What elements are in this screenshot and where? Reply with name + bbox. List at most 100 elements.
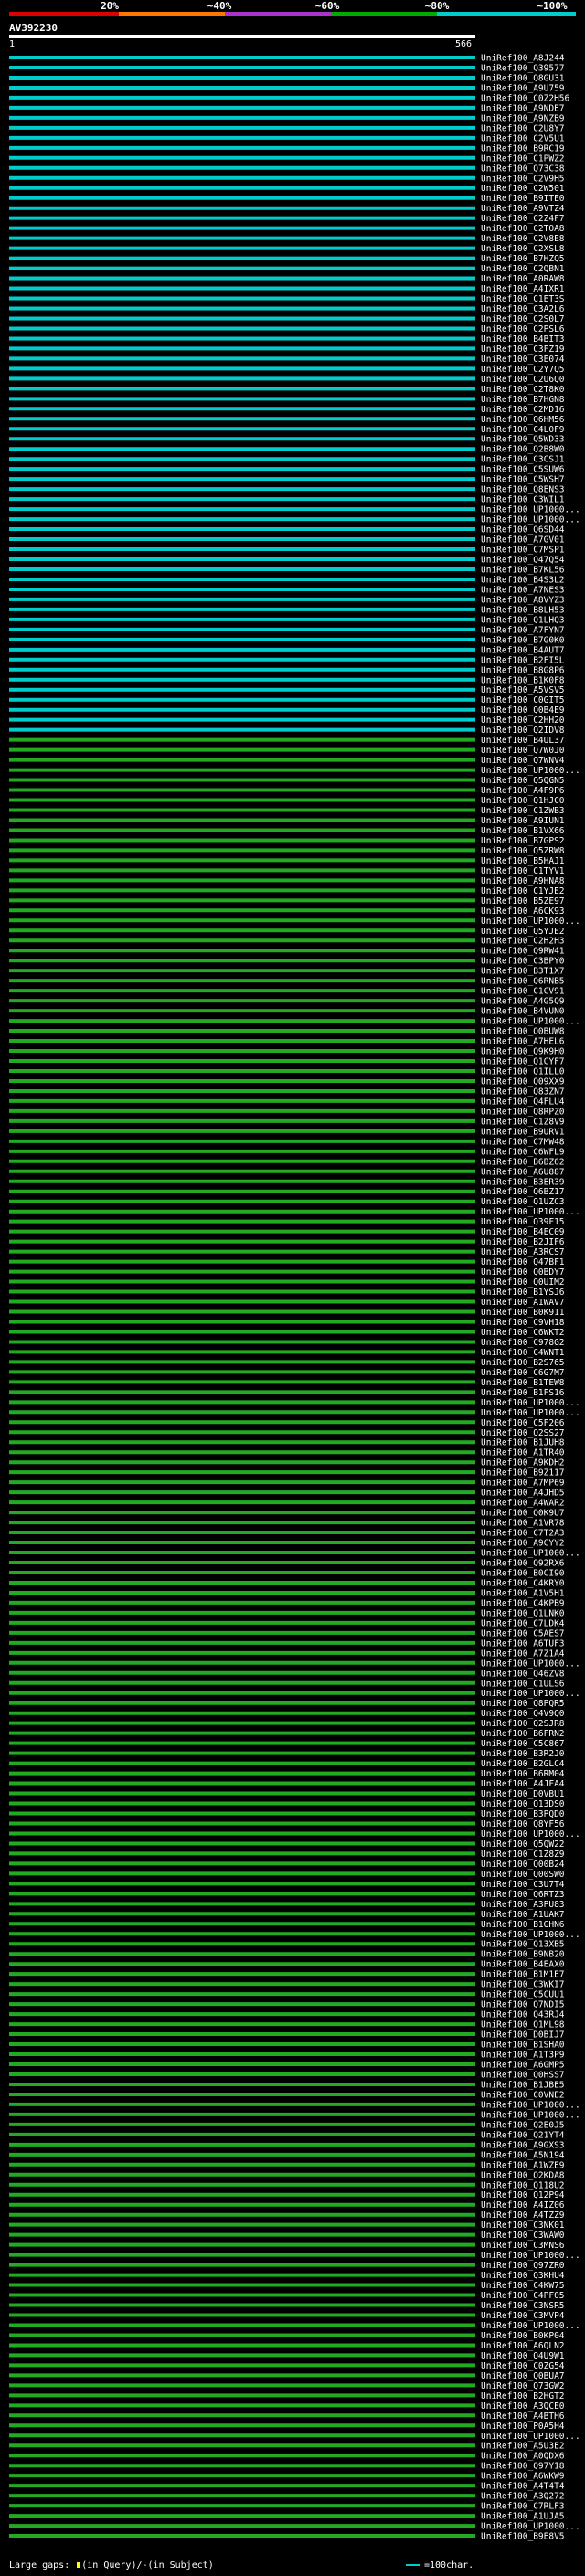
hit-label[interactable]: UniRef100_B4AUT7 bbox=[481, 645, 565, 655]
hit-label[interactable]: UniRef100_B1GHN6 bbox=[481, 1920, 565, 1930]
hit-label[interactable]: UniRef100_C2XSL8 bbox=[481, 244, 565, 254]
hit-label[interactable]: UniRef100_C3A2L6 bbox=[481, 304, 565, 314]
hit-label[interactable]: UniRef100_Q83ZN7 bbox=[481, 1087, 565, 1097]
hit-label[interactable]: UniRef100_Q0B4E9 bbox=[481, 705, 565, 716]
hit-label[interactable]: UniRef100_Q2IDV8 bbox=[481, 726, 565, 736]
hit-label[interactable]: UniRef100_A6GMP5 bbox=[481, 2061, 565, 2071]
hit-label[interactable]: UniRef100_Q1CYF7 bbox=[481, 1057, 565, 1067]
hit-label[interactable]: UniRef100_A6U887 bbox=[481, 1167, 565, 1177]
hit-label[interactable]: UniRef100_Q0BUA7 bbox=[481, 2371, 565, 2381]
hit-label[interactable]: UniRef100_C5WSH7 bbox=[481, 475, 565, 485]
hit-label[interactable]: UniRef100_Q13XB5 bbox=[481, 1940, 565, 1950]
hit-label[interactable]: UniRef100_C2Z4F7 bbox=[481, 214, 565, 224]
hit-label[interactable]: UniRef100_B1SHA0 bbox=[481, 2041, 565, 2051]
hit-label[interactable]: UniRef100_Q7WNV4 bbox=[481, 756, 565, 766]
hit-label[interactable]: UniRef100_A9HNA8 bbox=[481, 876, 565, 886]
hit-label[interactable]: UniRef100_A4WAR2 bbox=[481, 1499, 565, 1509]
hit-label[interactable]: UniRef100_B2JIF6 bbox=[481, 1237, 565, 1247]
hit-label[interactable]: UniRef100_C7RLF3 bbox=[481, 2502, 565, 2512]
hit-label[interactable]: UniRef100_C2W501 bbox=[481, 184, 565, 194]
hit-label[interactable]: UniRef100_B9RC19 bbox=[481, 143, 565, 154]
hit-label[interactable]: UniRef100_B9NB20 bbox=[481, 1950, 565, 1960]
hit-label[interactable]: UniRef100_Q5YJE2 bbox=[481, 927, 565, 937]
hit-label[interactable]: UniRef100_A8VYZ3 bbox=[481, 595, 565, 605]
hit-label[interactable]: UniRef100_Q5WD33 bbox=[481, 435, 565, 445]
hit-label[interactable]: UniRef100_A1VR78 bbox=[481, 1519, 565, 1529]
hit-label[interactable]: UniRef100_Q3KHU4 bbox=[481, 2271, 565, 2281]
hit-label[interactable]: UniRef100_Q0K9U7 bbox=[481, 1509, 565, 1519]
hit-label[interactable]: UniRef100_Q118U2 bbox=[481, 2180, 565, 2190]
hit-label[interactable]: UniRef100_A4F9P6 bbox=[481, 786, 565, 796]
hit-label[interactable]: UniRef100_B0K911 bbox=[481, 1308, 565, 1318]
hit-label[interactable]: UniRef100_Q5ZRW8 bbox=[481, 846, 565, 856]
hit-label[interactable]: UniRef100_Q47BF1 bbox=[481, 1257, 565, 1267]
hit-label[interactable]: UniRef100_Q73C38 bbox=[481, 164, 565, 174]
hit-label[interactable]: UniRef100_UP1000... bbox=[481, 1398, 580, 1408]
hit-label[interactable]: UniRef100_C3CSJ1 bbox=[481, 455, 565, 465]
hit-label[interactable]: UniRef100_Q2SS27 bbox=[481, 1428, 565, 1438]
hit-label[interactable]: UniRef100_Q5QW22 bbox=[481, 1839, 565, 1850]
hit-label[interactable]: UniRef100_B7KL56 bbox=[481, 565, 565, 575]
hit-label[interactable]: UniRef100_A3RCS7 bbox=[481, 1247, 565, 1257]
hit-label[interactable]: UniRef100_A4TZZ9 bbox=[481, 2210, 565, 2221]
hit-label[interactable]: UniRef100_UP1000... bbox=[481, 917, 580, 927]
hit-label[interactable]: UniRef100_A1WAV7 bbox=[481, 1298, 565, 1308]
hit-label[interactable]: UniRef100_A8J244 bbox=[481, 54, 565, 64]
hit-label[interactable]: UniRef100_Q2SJR8 bbox=[481, 1719, 565, 1729]
hit-label[interactable]: UniRef100_Q39577 bbox=[481, 63, 565, 73]
hit-label[interactable]: UniRef100_C1PWZ2 bbox=[481, 154, 565, 164]
hit-label[interactable]: UniRef100_C4KW75 bbox=[481, 2281, 565, 2291]
hit-label[interactable]: UniRef100_B4BIT3 bbox=[481, 334, 565, 345]
hit-label[interactable]: UniRef100_B3ER39 bbox=[481, 1177, 565, 1187]
hit-label[interactable]: UniRef100_B1JBE5 bbox=[481, 2080, 565, 2090]
hit-label[interactable]: UniRef100_A1V5H1 bbox=[481, 1588, 565, 1598]
hit-label[interactable]: UniRef100_A5N194 bbox=[481, 2150, 565, 2160]
hit-label[interactable]: UniRef100_B2FI5L bbox=[481, 655, 565, 665]
hit-label[interactable]: UniRef100_UP1000... bbox=[481, 2522, 580, 2532]
hit-label[interactable]: UniRef100_Q73GW2 bbox=[481, 2381, 565, 2391]
hit-label[interactable]: UniRef100_A7FYN7 bbox=[481, 625, 565, 635]
hit-label[interactable]: UniRef100_Q5QGN5 bbox=[481, 776, 565, 786]
hit-label[interactable]: UniRef100_A9VTZ4 bbox=[481, 204, 565, 214]
hit-label[interactable]: UniRef100_C2QBN1 bbox=[481, 264, 565, 274]
hit-label[interactable]: UniRef100_C2MD16 bbox=[481, 405, 565, 415]
hit-label[interactable]: UniRef100_B9URV1 bbox=[481, 1127, 565, 1137]
hit-label[interactable]: UniRef100_C2H2H3 bbox=[481, 937, 565, 947]
hit-label[interactable]: UniRef100_Q0UIM2 bbox=[481, 1277, 565, 1288]
hit-label[interactable]: UniRef100_C4KRY0 bbox=[481, 1578, 565, 1588]
hit-label[interactable]: UniRef100_Q00B24 bbox=[481, 1860, 565, 1870]
hit-label[interactable]: UniRef100_A6QLN2 bbox=[481, 2341, 565, 2351]
hit-label[interactable]: UniRef100_C2TOA8 bbox=[481, 224, 565, 234]
hit-label[interactable]: UniRef100_Q6SD44 bbox=[481, 525, 565, 535]
hit-label[interactable]: UniRef100_C2U8Y7 bbox=[481, 123, 565, 133]
hit-label[interactable]: UniRef100_D0BIJ7 bbox=[481, 2030, 565, 2041]
hit-label[interactable]: UniRef100_UP1000... bbox=[481, 1930, 580, 1940]
hit-label[interactable]: UniRef100_Q09XX9 bbox=[481, 1076, 565, 1087]
hit-label[interactable]: UniRef100_C1ET3S bbox=[481, 294, 565, 304]
hit-label[interactable]: UniRef100_B7HGN8 bbox=[481, 395, 565, 405]
hit-label[interactable]: UniRef100_C1Z8Z9 bbox=[481, 1850, 565, 1860]
hit-label[interactable]: UniRef100_Q0BUW8 bbox=[481, 1027, 565, 1037]
hit-label[interactable]: UniRef100_A9NZB9 bbox=[481, 113, 565, 123]
hit-label[interactable]: UniRef100_UP1000... bbox=[481, 1207, 580, 1217]
hit-label[interactable]: UniRef100_Q21YT4 bbox=[481, 2130, 565, 2140]
hit-label[interactable]: UniRef100_Q4V9Q0 bbox=[481, 1709, 565, 1719]
hit-label[interactable]: UniRef100_Q0BDY7 bbox=[481, 1267, 565, 1277]
hit-label[interactable]: UniRef100_B5HAJ1 bbox=[481, 856, 565, 866]
hit-label[interactable]: UniRef100_UP1000... bbox=[481, 2432, 580, 2442]
hit-label[interactable]: UniRef100_Q1ILL0 bbox=[481, 1066, 565, 1076]
hit-label[interactable]: UniRef100_C0VNE2 bbox=[481, 2090, 565, 2100]
hit-label[interactable]: UniRef100_C4WNT1 bbox=[481, 1348, 565, 1358]
hit-label[interactable]: UniRef100_B4S3L2 bbox=[481, 575, 565, 585]
hit-label[interactable]: UniRef100_B6BZ62 bbox=[481, 1157, 565, 1167]
hit-label[interactable]: UniRef100_A9CYY2 bbox=[481, 1539, 565, 1549]
hit-label[interactable]: UniRef100_B1FS16 bbox=[481, 1388, 565, 1398]
hit-label[interactable]: UniRef100_Q13DS0 bbox=[481, 1799, 565, 1809]
hit-label[interactable]: UniRef100_C0ZG54 bbox=[481, 2361, 565, 2371]
hit-label[interactable]: UniRef100_A9IUN1 bbox=[481, 816, 565, 826]
hit-label[interactable]: UniRef100_C0Z2H56 bbox=[481, 93, 570, 103]
hit-label[interactable]: UniRef100_C5AES7 bbox=[481, 1628, 565, 1638]
hit-label[interactable]: UniRef100_B9ITE0 bbox=[481, 194, 565, 204]
hit-label[interactable]: UniRef100_A4IZ06 bbox=[481, 2200, 565, 2210]
hit-label[interactable]: UniRef100_C1YJE2 bbox=[481, 886, 565, 896]
